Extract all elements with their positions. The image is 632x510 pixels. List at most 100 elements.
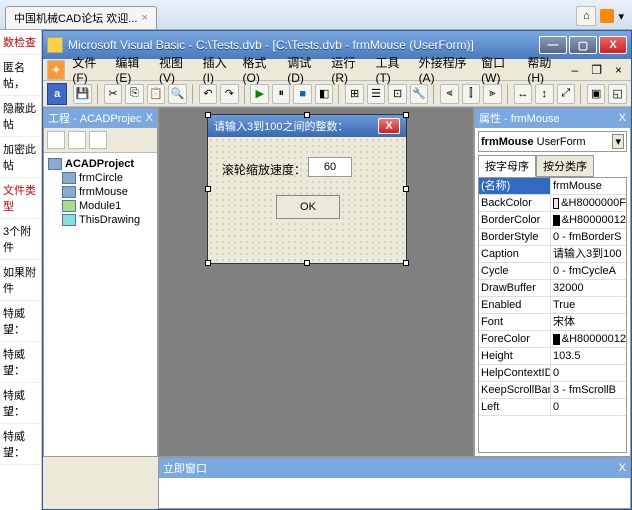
view-code-icon[interactable] (47, 131, 65, 149)
align-left-icon[interactable]: ⫷ (440, 84, 458, 104)
prop-row-font[interactable]: Font宋体 (479, 314, 626, 331)
copy-icon[interactable]: ⎘ (125, 84, 143, 104)
resize-handle[interactable] (205, 260, 211, 266)
pause-icon[interactable]: ⏸ (272, 84, 290, 104)
speed-input[interactable]: 60 (308, 157, 352, 177)
properties-icon[interactable]: ☰ (367, 84, 385, 104)
tab-close-icon[interactable]: × (141, 12, 147, 24)
prop-value[interactable]: 0 (551, 365, 626, 381)
immediate-close-icon[interactable]: X (619, 462, 626, 474)
project-explorer-icon[interactable]: ⊞ (345, 84, 363, 104)
align-right-icon[interactable]: ⫸ (483, 84, 501, 104)
toolbox-icon[interactable]: 🔧 (410, 84, 428, 104)
close-button[interactable]: X (599, 36, 627, 54)
prop-row-enabled[interactable]: EnabledTrue (479, 297, 626, 314)
prop-row-caption[interactable]: Caption请输入3到100 (479, 246, 626, 263)
properties-panel-close-icon[interactable]: X (619, 112, 626, 124)
prop-value[interactable]: &H80000012 (551, 331, 626, 347)
menu-edit[interactable]: 编辑(E) (110, 52, 152, 87)
project-panel-close-icon[interactable]: X (146, 112, 153, 124)
resize-handle[interactable] (403, 186, 409, 192)
menu-tools[interactable]: 工具(T) (370, 52, 411, 87)
prop-row-bordercolor[interactable]: BorderColor&H80000012 (479, 212, 626, 229)
menu-help[interactable]: 帮助(H) (522, 52, 564, 87)
dropdown-icon[interactable]: ▾ (618, 10, 624, 23)
design-mode-icon[interactable]: ◧ (315, 84, 333, 104)
tree-node-module1[interactable]: Module1 (46, 199, 155, 213)
immediate-window[interactable]: 立即窗口 X (158, 457, 631, 509)
prop-row-[interactable]: (名称)frmMouse (479, 178, 626, 195)
prop-value[interactable]: True (551, 297, 626, 313)
menu-insert[interactable]: 插入(I) (198, 52, 236, 87)
prop-row-cycle[interactable]: Cycle0 - fmCycleA (479, 263, 626, 280)
undo-icon[interactable]: ↶ (199, 84, 217, 104)
object-selector[interactable]: frmMouse UserForm ▾ (478, 131, 627, 152)
ok-button[interactable]: OK (276, 195, 340, 219)
prop-value[interactable]: 宋体 (551, 314, 626, 330)
menu-format[interactable]: 格式(O) (238, 52, 281, 87)
menu-addins[interactable]: 外接程序(A) (414, 52, 475, 87)
prop-row-backcolor[interactable]: BackColor&H8000000F (479, 195, 626, 212)
resize-handle[interactable] (205, 186, 211, 192)
prop-value[interactable]: 32000 (551, 280, 626, 296)
resize-handle[interactable] (403, 112, 409, 118)
prop-value[interactable]: &H8000000F (551, 195, 626, 211)
menu-view[interactable]: 视图(V) (154, 52, 196, 87)
rss-icon[interactable] (600, 9, 614, 23)
prop-value[interactable]: &H80000012 (551, 212, 626, 228)
prop-row-helpcontextid[interactable]: HelpContextID0 (479, 365, 626, 382)
find-icon[interactable]: 🔍 (168, 84, 186, 104)
prop-value[interactable]: 0 - fmCycleA (551, 263, 626, 279)
menu-window[interactable]: 窗口(W) (476, 52, 520, 87)
prop-row-left[interactable]: Left0 (479, 399, 626, 416)
dropdown-arrow-icon[interactable]: ▾ (612, 134, 624, 149)
project-panel-title[interactable]: 工程 - ACADProjec X (44, 108, 157, 128)
bring-front-icon[interactable]: ▣ (587, 84, 605, 104)
resize-handle[interactable] (403, 260, 409, 266)
menu-file[interactable]: 文件(F) (67, 52, 108, 87)
prop-value[interactable]: 请输入3到100 (551, 246, 626, 262)
size-height-icon[interactable]: ↕ (535, 84, 553, 104)
prop-value[interactable]: 103.5 (551, 348, 626, 364)
align-center-icon[interactable]: ⫿ (462, 84, 480, 104)
cut-icon[interactable]: ✂ (104, 84, 122, 104)
prop-row-borderstyle[interactable]: BorderStyle0 - fmBorderS (479, 229, 626, 246)
prop-row-drawbuffer[interactable]: DrawBuffer32000 (479, 280, 626, 297)
userform-close-icon[interactable]: X (378, 118, 400, 134)
userform-frmmouse[interactable]: 请输入3到100之间的整数： X 滚轮缩放速度： 60 OK (207, 114, 407, 264)
project-tree[interactable]: ACADProject frmCircle frmMouse Module1 T… (44, 153, 157, 455)
mdi-restore-icon[interactable]: ❐ (586, 61, 607, 79)
prop-value[interactable]: 0 - fmBorderS (551, 229, 626, 245)
prop-row-forecolor[interactable]: ForeColor&H80000012 (479, 331, 626, 348)
tree-node-frmmouse[interactable]: frmMouse (46, 185, 155, 199)
userform-titlebar[interactable]: 请输入3到100之间的整数： X (208, 115, 406, 137)
mdi-min-icon[interactable]: – (567, 61, 584, 79)
browser-tab[interactable]: 中国机械CAD论坛 欢迎... × (5, 6, 157, 29)
tab-categorized[interactable]: 按分类序 (536, 155, 594, 177)
redo-icon[interactable]: ↷ (220, 84, 238, 104)
stop-icon[interactable]: ■ (293, 84, 311, 104)
prop-value[interactable]: 0 (551, 399, 626, 415)
resize-handle[interactable] (304, 260, 310, 266)
tab-alphabetic[interactable]: 按字母序 (478, 155, 536, 177)
mdi-close-icon[interactable]: × (610, 61, 627, 79)
resize-handle[interactable] (304, 112, 310, 118)
home-icon[interactable]: ⌂ (576, 6, 596, 26)
tree-node-frmcircle[interactable]: frmCircle (46, 171, 155, 185)
size-width-icon[interactable]: ↔ (514, 84, 532, 104)
prop-value[interactable]: frmMouse (551, 178, 626, 194)
properties-panel-title[interactable]: 属性 - frmMouse X (475, 108, 630, 128)
menu-run[interactable]: 运行(R) (326, 52, 368, 87)
tree-node-thisdrawing[interactable]: ThisDrawing (46, 213, 155, 227)
speed-label[interactable]: 滚轮缩放速度： (222, 161, 306, 178)
resize-handle[interactable] (205, 112, 211, 118)
object-browser-icon[interactable]: ⊡ (388, 84, 406, 104)
send-back-icon[interactable]: ◱ (608, 84, 626, 104)
toggle-folders-icon[interactable] (89, 131, 107, 149)
paste-icon[interactable]: 📋 (147, 84, 165, 104)
save-icon[interactable]: 💾 (73, 84, 91, 104)
prop-row-keepscrollbars[interactable]: KeepScrollBars3 - fmScrollB (479, 382, 626, 399)
prop-value[interactable]: 3 - fmScrollB (551, 382, 626, 398)
menu-debug[interactable]: 调试(D) (282, 52, 324, 87)
maximize-button[interactable]: ▢ (569, 36, 597, 54)
